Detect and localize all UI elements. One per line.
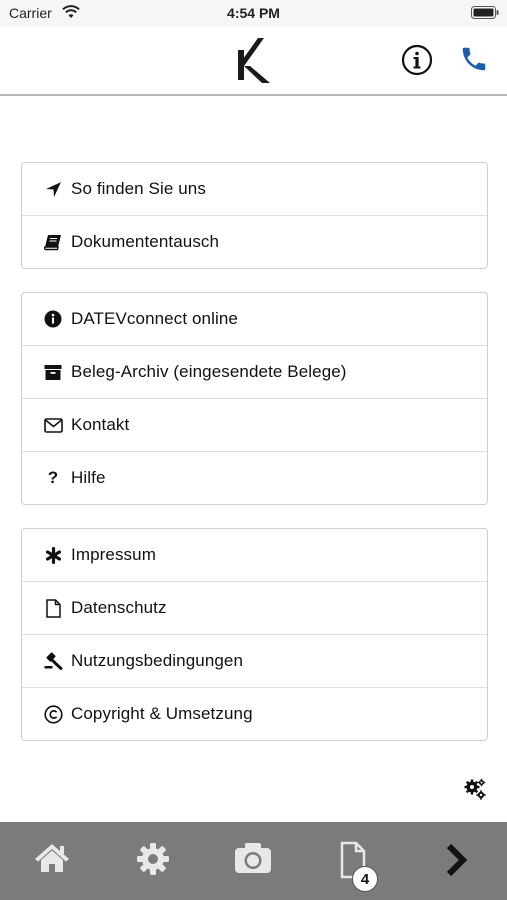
- menu-item-copyright[interactable]: Copyright & Umsetzung: [22, 687, 487, 740]
- menu-item-hilfe[interactable]: ? Hilfe: [22, 451, 487, 504]
- k-logo-icon: [236, 36, 272, 89]
- menu-group-navigation: So finden Sie uns Dokumententausch: [21, 162, 488, 269]
- menu-item-label: Copyright & Umsetzung: [71, 704, 253, 723]
- menu-item-label: Hilfe: [71, 468, 106, 487]
- chevron-right-icon[interactable]: [437, 840, 477, 880]
- menu-item-datenschutz[interactable]: Datenschutz: [22, 581, 487, 634]
- phone-icon[interactable]: [459, 44, 489, 74]
- menu-item-beleg-archiv[interactable]: Beleg-Archiv (eingesendete Belege): [22, 345, 487, 398]
- menu-item-label: Nutzungsbedingungen: [71, 651, 244, 670]
- menu-group-services: DATEVconnect online Beleg-Archiv (einges…: [21, 292, 488, 505]
- battery-icon: [471, 6, 499, 22]
- info-icon[interactable]: [401, 44, 433, 76]
- clock: 4:54 PM: [227, 5, 280, 21]
- info-circle-icon: [43, 309, 63, 329]
- menu-item-label: Datenschutz: [71, 598, 167, 617]
- gear-icon[interactable]: [133, 840, 173, 880]
- menu-item-kontakt[interactable]: Kontakt: [22, 398, 487, 451]
- menu-item-label: DATEVconnect online: [71, 309, 238, 328]
- status-bar: Carrier 4:54 PM: [0, 0, 507, 26]
- gears-icon[interactable]: [463, 777, 487, 801]
- menu-item-label: Impressum: [71, 545, 156, 564]
- gavel-icon: [43, 651, 63, 671]
- app-header: [0, 26, 507, 96]
- menu-item-nutzungsbedingungen[interactable]: Nutzungsbedingungen: [22, 634, 487, 687]
- home-icon[interactable]: [32, 840, 72, 880]
- menu-item-label: Kontakt: [71, 415, 130, 434]
- archive-icon: [43, 362, 63, 382]
- book-icon: [43, 232, 63, 252]
- envelope-icon: [43, 415, 63, 435]
- file-icon: [43, 598, 63, 618]
- menu-group-legal: Impressum Datenschutz Nutzungsbedingunge…: [21, 528, 488, 741]
- bottom-tab-bar: [0, 822, 507, 900]
- menu-item-label: Dokumententausch: [71, 232, 220, 251]
- menu-item-datevconnect-online[interactable]: DATEVconnect online: [22, 293, 487, 345]
- camera-icon[interactable]: [233, 840, 273, 880]
- menu-item-label: So finden Sie uns: [71, 179, 206, 198]
- copyright-icon: [43, 704, 63, 724]
- question-icon: ?: [47, 468, 59, 487]
- documents-count-badge: 4: [352, 866, 378, 892]
- asterisk-icon: [43, 545, 63, 565]
- menu-item-dokumententausch[interactable]: Dokumententausch: [22, 215, 487, 268]
- menu-item-impressum[interactable]: Impressum: [22, 529, 487, 581]
- menu-item-so-finden-sie-uns[interactable]: So finden Sie uns: [22, 163, 487, 215]
- menu-item-label: Beleg-Archiv (eingesendete Belege): [71, 362, 347, 381]
- location-arrow-icon: [43, 179, 63, 199]
